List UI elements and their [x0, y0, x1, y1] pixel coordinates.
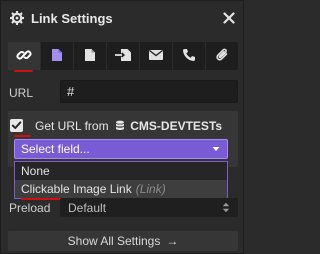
annotation-underline-checkbox — [14, 135, 31, 137]
preload-label: Preload — [9, 201, 51, 215]
annotation-underline-url-type — [14, 70, 33, 72]
cms-collection-name: CMS-DEVTESTs — [130, 119, 223, 133]
panel-header: Link Settings — [1, 1, 245, 35]
link-settings-panel: Link Settings URL # Get URL from CMS-DEV… — [0, 0, 244, 254]
gear-icon — [9, 10, 25, 26]
envelope-icon — [148, 49, 164, 64]
dropdown-option-clickable-image-link[interactable]: Clickable Image Link (Link) — [15, 180, 227, 198]
checkmark-icon — [11, 121, 22, 129]
caret-down-icon — [211, 144, 221, 154]
option-label: None — [21, 164, 50, 178]
option-type-hint: (Link) — [135, 182, 166, 196]
link-type-document[interactable] — [74, 42, 107, 70]
link-type-file[interactable] — [206, 42, 238, 70]
preload-select[interactable]: Default — [60, 198, 238, 217]
show-all-settings-button[interactable]: Show All Settings → — [8, 231, 238, 251]
show-all-label: Show All Settings — [67, 234, 161, 248]
page-icon — [51, 48, 63, 65]
option-label: Clickable Image Link — [21, 182, 132, 196]
paperclip-icon — [215, 47, 229, 66]
link-type-page[interactable] — [41, 42, 74, 70]
link-type-toolbar — [8, 42, 238, 70]
link-type-url[interactable] — [8, 42, 41, 70]
link-type-email[interactable] — [140, 42, 173, 70]
cms-field-dropdown: None Clickable Image Link (Link) — [14, 161, 228, 199]
dropdown-option-none[interactable]: None — [15, 162, 227, 180]
link-type-phone[interactable] — [173, 42, 206, 70]
cms-field-select[interactable]: Select field... — [14, 139, 228, 159]
select-placeholder: Select field... — [21, 142, 90, 156]
cms-label-prefix: Get URL from — [35, 119, 109, 133]
cms-checkbox[interactable] — [10, 119, 23, 132]
phone-icon — [182, 48, 196, 65]
panel-title: Link Settings — [31, 10, 113, 26]
link-type-section[interactable] — [107, 42, 140, 70]
database-icon — [115, 120, 125, 134]
arrow-right-icon: → — [166, 234, 179, 248]
cms-label: Get URL from CMS-DEVTESTs — [35, 119, 222, 134]
url-label: URL — [9, 86, 34, 100]
preload-value: Default — [68, 200, 107, 215]
section-arrow-icon — [114, 48, 132, 65]
document-icon — [84, 48, 96, 65]
url-input[interactable] — [60, 80, 238, 103]
chain-link-icon — [16, 47, 32, 66]
up-down-arrows-icon — [222, 202, 230, 214]
close-icon[interactable] — [221, 10, 237, 26]
